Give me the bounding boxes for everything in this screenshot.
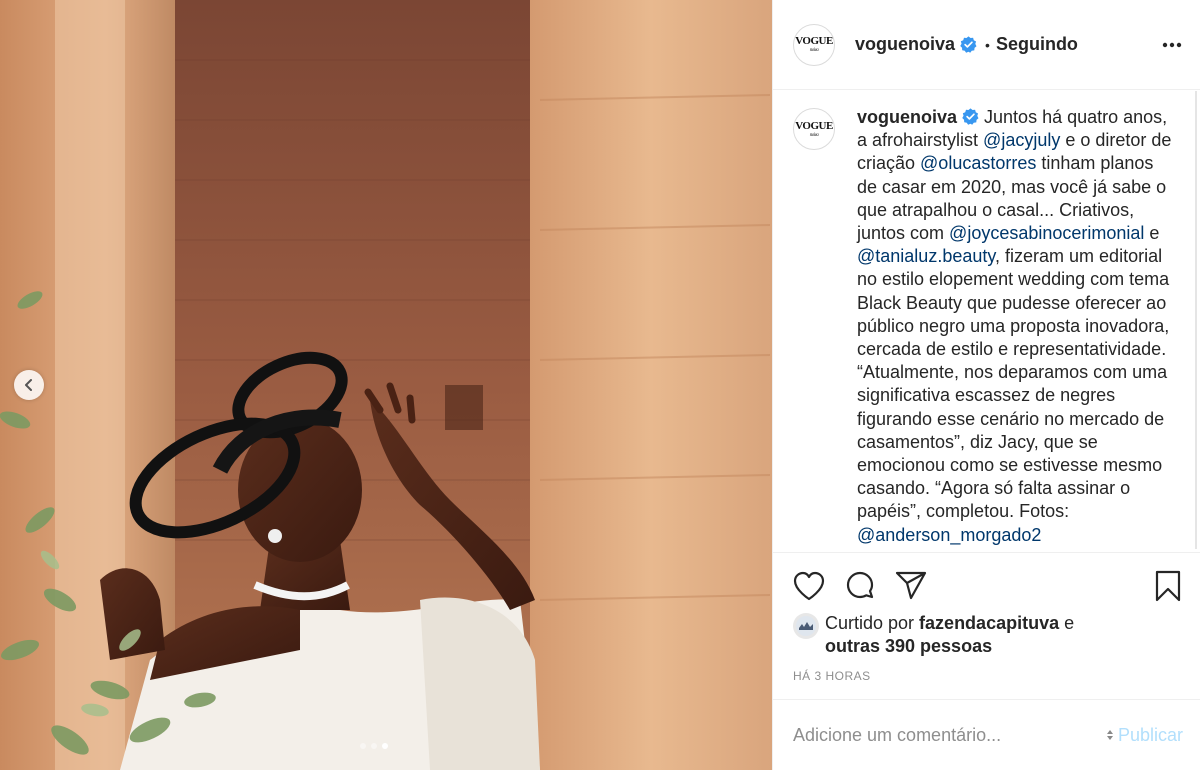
likes-text: Curtido por fazendacapituva e outras 390…: [825, 612, 1074, 658]
carousel-dot-active: [382, 743, 388, 749]
post-side-panel: VOGUE noiva voguenoiva • Seguindo VOGUE no…: [772, 0, 1200, 770]
save-button[interactable]: [1150, 568, 1186, 604]
post-photo[interactable]: [0, 0, 772, 770]
liker-avatar[interactable]: [793, 613, 819, 639]
publish-button[interactable]: Publicar: [1106, 725, 1183, 746]
photo-image: [0, 0, 772, 770]
post-timestamp[interactable]: HÁ 3 HORAS: [793, 669, 871, 683]
liker-avatar-icon: [796, 616, 816, 636]
more-horizontal-icon: [1162, 42, 1182, 47]
mention-link[interactable]: @anderson_morgado2: [857, 525, 1041, 545]
resize-grip-icon: [1106, 725, 1114, 745]
bookmark-icon: [1155, 570, 1181, 602]
post-header: VOGUE noiva voguenoiva • Seguindo: [773, 0, 1200, 90]
caption-username[interactable]: voguenoiva: [857, 107, 957, 127]
caption-avatar[interactable]: VOGUE noiva: [793, 108, 835, 150]
chevron-left-icon: [25, 379, 32, 391]
comment-input[interactable]: [793, 724, 1106, 746]
logo-text: VOGUE: [795, 119, 833, 132]
likes-others-link[interactable]: outras 390 pessoas: [825, 636, 992, 656]
post-username[interactable]: voguenoiva: [855, 34, 955, 55]
following-button[interactable]: Seguindo: [996, 34, 1078, 55]
like-button[interactable]: [791, 568, 827, 604]
mention-link[interactable]: @olucastorres: [920, 153, 1036, 173]
verified-badge-icon: [962, 108, 979, 125]
share-button[interactable]: [893, 568, 929, 604]
mention-link[interactable]: @tanialuz.beauty: [857, 246, 995, 266]
carousel-dot: [371, 743, 377, 749]
logo-text: VOGUE: [795, 35, 833, 47]
logo-subtext: noiva: [809, 132, 819, 138]
caption-scrollbar[interactable]: [1195, 91, 1197, 549]
more-options-button[interactable]: [1160, 33, 1184, 57]
mention-link[interactable]: @jacyjuly: [983, 130, 1060, 150]
comment-bar: Publicar: [773, 699, 1200, 770]
paper-plane-icon: [895, 571, 927, 600]
mention-link[interactable]: @joycesabinocerimonial: [949, 223, 1144, 243]
heart-icon: [793, 571, 825, 601]
logo-subtext: noiva: [809, 48, 819, 53]
separator-dot: •: [985, 36, 990, 53]
comment-icon: [846, 571, 874, 599]
likes-prefix: Curtido por: [825, 613, 920, 633]
likes-summary: Curtido por fazendacapituva e outras 390…: [793, 612, 1180, 658]
carousel-dot: [360, 743, 366, 749]
caption-text: voguenoiva Juntos há quatro anos, a afro…: [857, 106, 1177, 547]
carousel-prev-button[interactable]: [14, 370, 44, 400]
avatar[interactable]: VOGUE noiva: [793, 23, 835, 66]
vogue-logo: VOGUE noiva: [795, 119, 833, 138]
caption-comment: VOGUE noiva voguenoiva Juntos há quatro a…: [773, 91, 1200, 547]
caption-segment: , fizeram um editorial no estilo elopeme…: [857, 246, 1170, 522]
carousel-indicator: [360, 743, 388, 749]
caption-segment: e: [1144, 223, 1160, 244]
likes-middle: e: [1059, 613, 1075, 633]
caption-scroll-area[interactable]: VOGUE noiva voguenoiva Juntos há quatro a…: [773, 91, 1200, 553]
comment-button[interactable]: [842, 568, 878, 604]
liker-username[interactable]: fazendacapituva: [919, 613, 1059, 633]
verified-badge-icon: [960, 36, 977, 53]
vogue-logo: VOGUE noiva: [795, 35, 833, 54]
publish-label: Publicar: [1117, 724, 1183, 745]
action-bar: [791, 566, 1186, 606]
